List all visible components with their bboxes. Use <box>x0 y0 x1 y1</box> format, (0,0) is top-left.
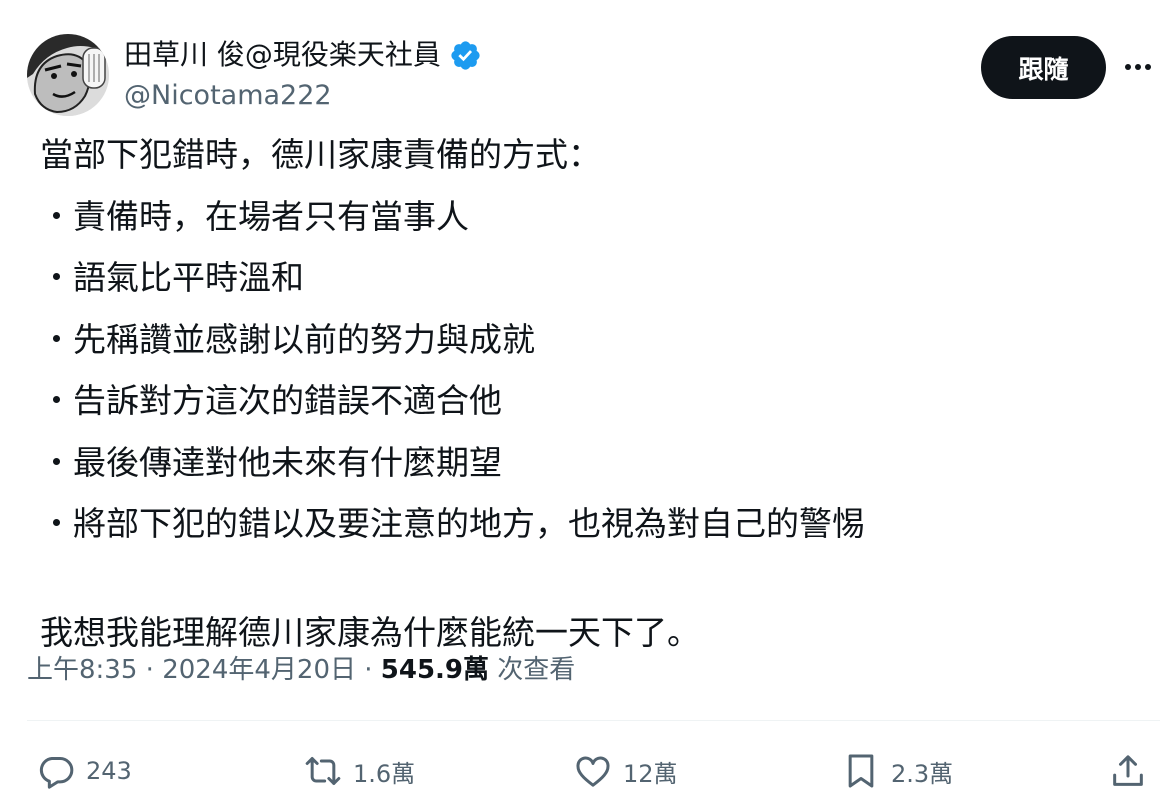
follow-button[interactable]: 跟隨 <box>981 36 1106 99</box>
tweet-line: ・語氣比平時溫和 <box>40 258 304 297</box>
retweet-count: 1.6萬 <box>353 759 416 788</box>
tweet-line: 當部下犯錯時，德川家康責備的方式： <box>40 135 601 174</box>
tweet-card: 田草川 俊@現役楽天社員 @Nicotama222 跟隨 當部下犯錯時，德川家康… <box>0 0 1174 805</box>
views-label: 次查看 <box>497 655 576 685</box>
tweet-time[interactable]: 上午8:35 <box>27 655 137 685</box>
tweet-text: 當部下犯錯時，德川家康責備的方式： ・責備時，在場者只有當事人 ・語氣比平時溫和… <box>40 124 865 663</box>
author-handle[interactable]: @Nicotama222 <box>124 78 332 114</box>
like-button[interactable]: 12萬 <box>573 748 678 794</box>
bookmark-icon <box>848 754 874 788</box>
tweet-line: ・告訴對方這次的錯誤不適合他 <box>40 381 502 420</box>
tweet-line: ・責備時，在場者只有當事人 <box>40 196 469 236</box>
reply-button[interactable]: 243 <box>36 748 132 794</box>
share-icon <box>1113 755 1143 786</box>
author-display-name[interactable]: 田草川 俊@現役楽天社員 <box>124 37 482 73</box>
meta-separator: · <box>137 655 163 685</box>
tweet-date[interactable]: 2024年4月20日 <box>162 655 356 685</box>
views-count: 545.9萬 <box>380 655 490 685</box>
author-name-text: 田草川 俊@現役楽天社員 <box>124 38 441 71</box>
more-icon[interactable] <box>1118 50 1158 84</box>
meta-separator: · <box>355 655 381 685</box>
tweet-line: ・最後傳達對他未來有什麼期望 <box>40 442 502 482</box>
tweet-line: ・先稱讚並感謝以前的努力與成就 <box>40 319 535 359</box>
tweet-line: ・將部下犯的錯以及要注意的地方，也視為對自己的警惕 <box>40 504 865 543</box>
tweet-meta: 上午8:35 · 2024年4月20日 · 545.9萬 次查看 <box>27 650 575 690</box>
retweet-icon <box>305 757 341 785</box>
bookmark-count: 2.3萬 <box>891 759 954 788</box>
divider <box>27 720 1160 721</box>
retweet-button[interactable]: 1.6萬 <box>303 748 415 794</box>
like-count: 12萬 <box>623 759 678 788</box>
share-button[interactable] <box>1108 748 1148 794</box>
bookmark-button[interactable]: 2.3萬 <box>841 748 953 794</box>
reply-count: 243 <box>86 757 132 785</box>
heart-icon <box>576 756 610 787</box>
manga-character-avatar <box>27 34 109 116</box>
verified-badge-icon[interactable] <box>449 39 482 72</box>
avatar[interactable] <box>27 34 109 116</box>
reply-icon <box>39 757 74 789</box>
